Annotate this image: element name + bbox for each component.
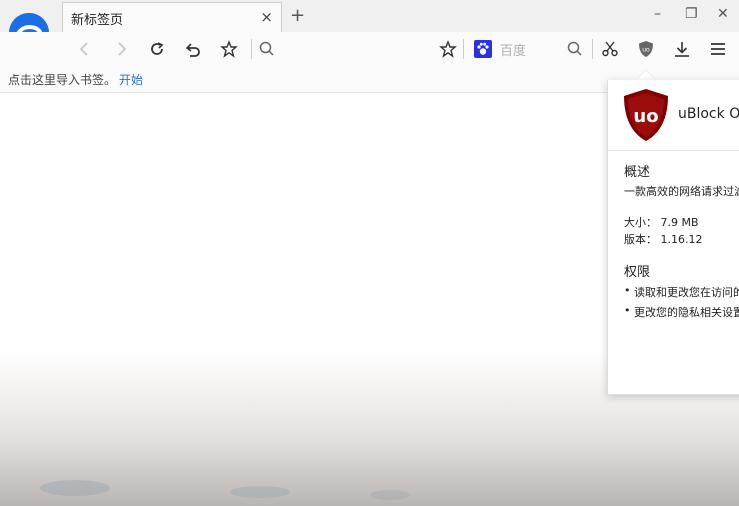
download-icon[interactable] [671, 38, 693, 60]
ublock-logo-text: uo [633, 106, 658, 127]
menu-icon[interactable] [707, 38, 729, 60]
close-window-button[interactable]: ✕ [717, 6, 729, 22]
favorite-star-icon[interactable] [218, 38, 240, 60]
bookmark-import-prompt: 点击这里导入书签。 [8, 73, 117, 87]
permission-bullet: • [624, 284, 631, 297]
tab-title: 新标签页 [71, 13, 124, 28]
forward-icon[interactable] [110, 38, 132, 60]
extension-name: uBlock Ori [678, 106, 739, 122]
permission-item: 更改您的隐私相关设置 [634, 306, 739, 319]
search-icon [259, 41, 274, 56]
back-icon[interactable] [74, 38, 96, 60]
background-cloud [230, 486, 290, 498]
divider [592, 39, 593, 59]
permission-bullet: • [624, 304, 631, 317]
popup-header: uo uBlock Ori [608, 80, 739, 151]
new-tab-button[interactable]: + [290, 5, 305, 26]
extension-info-popup: uo uBlock Ori 概述 一款高效的网络请求过滤工 大小： 7.9 MB… [607, 80, 739, 395]
navigation-toolbar: 百度 uo [0, 32, 739, 67]
permission-item: 读取和更改您在访问的网 [634, 286, 739, 299]
overview-heading: 概述 [624, 165, 651, 180]
scissors-icon[interactable] [599, 38, 621, 60]
search-go-icon[interactable] [566, 40, 584, 58]
divider [251, 39, 252, 59]
ublock-shield-icon[interactable]: uo [635, 38, 657, 60]
extension-version: 版本： 1.16.12 [624, 233, 703, 246]
permissions-heading: 权限 [624, 265, 651, 280]
minimize-button[interactable]: – [654, 6, 661, 22]
background-cloud [40, 480, 110, 496]
title-bar: 新标签页 × + – ❐ ✕ [0, 0, 739, 32]
tab-new-tab[interactable]: 新标签页 × [62, 2, 282, 32]
svg-text:uo: uo [642, 47, 650, 54]
tab-close-icon[interactable]: × [260, 8, 273, 26]
background-cloud [370, 490, 410, 500]
divider [463, 39, 464, 59]
ublock-logo-icon: uo [624, 89, 668, 141]
address-bar-input[interactable] [258, 38, 433, 60]
undo-icon[interactable] [182, 38, 204, 60]
baidu-paw-icon [474, 40, 492, 58]
extension-size: 大小： 7.9 MB [624, 216, 699, 229]
reload-icon[interactable] [146, 38, 168, 60]
bookmark-star-icon[interactable] [437, 38, 459, 60]
bookmark-import-link[interactable]: 开始 [119, 71, 143, 88]
restore-button[interactable]: ❐ [685, 6, 698, 22]
search-engine-box[interactable]: 百度 [470, 38, 590, 60]
extension-description: 一款高效的网络请求过滤工 [624, 185, 739, 198]
search-engine-placeholder: 百度 [500, 44, 527, 59]
